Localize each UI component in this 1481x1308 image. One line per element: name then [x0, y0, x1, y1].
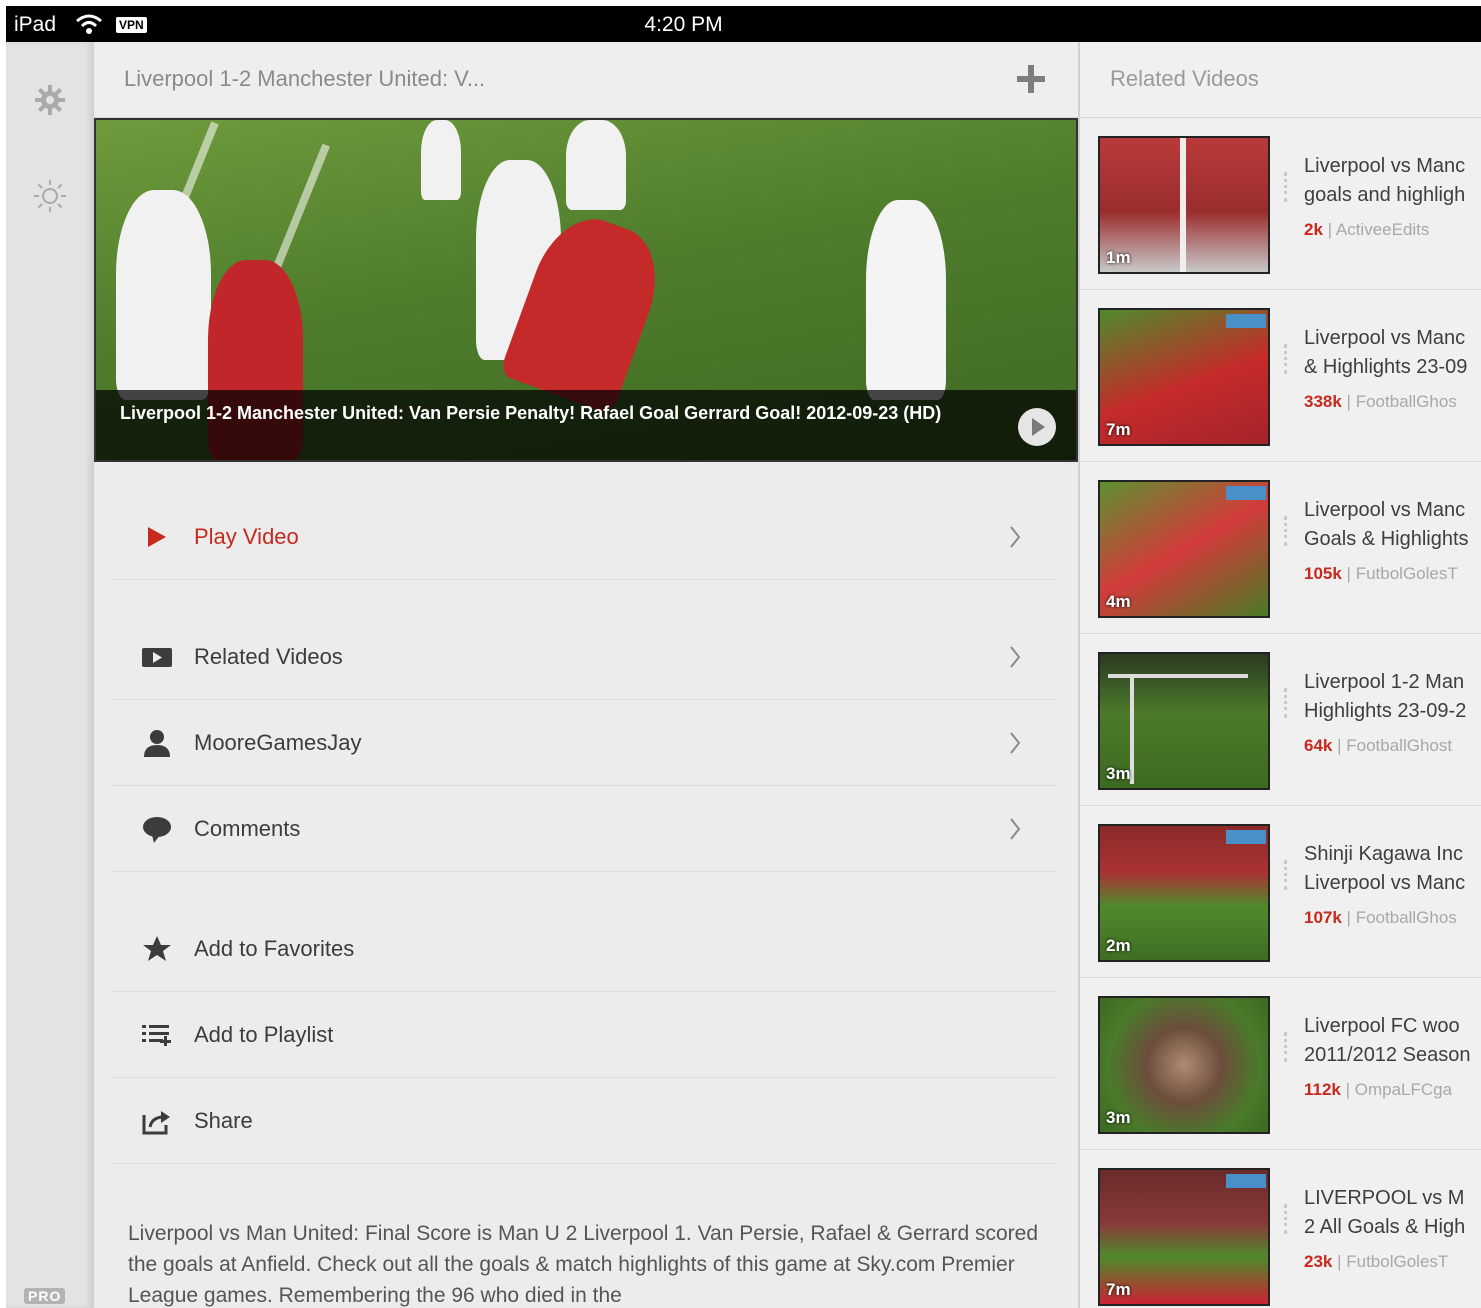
related-video-item[interactable]: 7m Liverpool vs Manc & Highlights 23-09 3…	[1080, 290, 1481, 462]
chevron-right-icon	[1010, 646, 1021, 668]
related-video-meta: 23k | FutbolGolesT	[1304, 1252, 1449, 1271]
menu-label: MooreGamesJay	[194, 730, 362, 755]
video-title: Liverpool 1-2 Manchester United: V...	[124, 66, 486, 91]
star-icon	[143, 936, 171, 961]
left-rail: PRO	[6, 42, 94, 1308]
video-thumbnail: 7m	[1098, 308, 1270, 446]
related-video-title: Liverpool 1-2 Man Highlights 23-09-2	[1304, 671, 1467, 722]
add-button[interactable]	[1014, 62, 1048, 96]
menu-label: Add to Playlist	[194, 1022, 334, 1047]
play-overlay-icon[interactable]	[1018, 408, 1056, 446]
related-video-title: LIVERPOOL vs M2 All Goals & High	[1304, 1187, 1466, 1238]
duration-label: 7m	[1106, 420, 1131, 439]
share-icon	[142, 1111, 170, 1135]
menu-label: Play Video	[194, 524, 299, 549]
user-icon	[144, 730, 170, 757]
chevron-right-icon	[1010, 526, 1021, 548]
menu-play-video[interactable]: Play Video	[112, 494, 1058, 580]
related-video-title: Liverpool vs Manc & Highlights 23-09	[1304, 327, 1468, 378]
video-caption: Liverpool 1-2 Manchester United: Van Per…	[120, 403, 942, 423]
video-detail-panel: Liverpool 1-2 Manchester United: V... Li…	[94, 42, 1078, 1308]
video-thumbnail: 3m	[1098, 652, 1270, 790]
menu-label: Share	[194, 1108, 253, 1133]
playlist-icon	[142, 1025, 171, 1046]
duration-label: 1m	[1106, 248, 1131, 267]
video-thumbnail: 1m	[1098, 136, 1270, 274]
duration-label: 4m	[1106, 592, 1131, 611]
menu-share[interactable]: Share	[112, 1078, 1058, 1164]
menu-label: Add to Favorites	[194, 936, 355, 961]
related-video-item[interactable]: 2m Shinji Kagawa Inc Liverpool vs Manc 10…	[1080, 806, 1481, 978]
video-thumbnail: 3m	[1098, 996, 1270, 1134]
related-video-title: Liverpool vs Manc Goals & Highlights	[1304, 499, 1469, 550]
related-video-item[interactable]: 7m LIVERPOOL vs M2 All Goals & High 23k …	[1080, 1150, 1481, 1308]
related-title: Related Videos	[1110, 66, 1259, 91]
related-video-meta: 2k | ActiveeEdits	[1304, 220, 1430, 239]
video-caption-bar: Liverpool 1-2 Manchester United: Van Per…	[96, 390, 1076, 460]
chevron-right-icon	[1010, 818, 1021, 840]
play-icon	[148, 527, 166, 547]
related-video-item[interactable]: 1m Liverpool vs Manc goals and highligh 2…	[1080, 118, 1481, 290]
menu-label: Comments	[194, 816, 301, 841]
related-video-meta: 112k | OmpaLFCga	[1304, 1080, 1453, 1099]
related-video-item[interactable]: 3m Liverpool FC woo 2011/2012 Season 112k…	[1080, 978, 1481, 1150]
related-video-meta: 105k | FutbolGolesT	[1304, 564, 1458, 583]
center-header: Liverpool 1-2 Manchester United: V...	[94, 42, 1078, 118]
pro-badge: PRO	[24, 1288, 66, 1304]
menu-label: Related Videos	[194, 644, 343, 669]
menu-add-playlist[interactable]: Add to Playlist	[112, 992, 1058, 1078]
menu-add-favorites[interactable]: Add to Favorites	[112, 906, 1058, 992]
menu-comments[interactable]: Comments	[112, 786, 1058, 872]
video-description: Liverpool vs Man United: Final Score is …	[128, 1222, 1039, 1307]
status-bar: iPad VPN 4:20 PM	[6, 6, 1481, 42]
related-video-title: Liverpool vs Manc goals and highligh	[1304, 155, 1466, 206]
related-video-meta: 64k | FootballGhost	[1304, 736, 1453, 755]
duration-label: 2m	[1106, 936, 1131, 955]
video-thumbnail: 7m	[1098, 1168, 1270, 1306]
video-player[interactable]: Liverpool 1-2 Manchester United: Van Per…	[94, 118, 1078, 462]
gear-icon[interactable]	[32, 82, 68, 118]
related-video-meta: 338k | FootballGhos	[1304, 392, 1457, 411]
related-video-item[interactable]: 4m Liverpool vs Manc Goals & Highlights 1…	[1080, 462, 1481, 634]
duration-label: 3m	[1106, 1108, 1131, 1127]
video-thumbnail: 4m	[1098, 480, 1270, 618]
related-header: Related Videos	[1080, 42, 1481, 118]
chevron-right-icon	[1010, 732, 1021, 754]
related-video-meta: 107k | FootballGhos	[1304, 908, 1457, 927]
related-videos-panel: Related Videos 1m Liverpool vs Manc goals…	[1078, 42, 1481, 1308]
related-video-title: Liverpool FC woo 2011/2012 Season	[1304, 1015, 1471, 1066]
video-thumbnail: 2m	[1098, 824, 1270, 962]
comment-icon	[143, 817, 171, 843]
video-icon	[142, 648, 172, 667]
clock: 4:20 PM	[644, 13, 723, 36]
menu-channel[interactable]: MooreGamesJay	[112, 700, 1058, 786]
related-video-title: Shinji Kagawa Inc Liverpool vs Manc	[1304, 843, 1466, 894]
menu-related-videos[interactable]: Related Videos	[112, 614, 1058, 700]
duration-label: 7m	[1106, 1280, 1131, 1299]
sun-icon[interactable]	[32, 178, 68, 214]
duration-label: 3m	[1106, 764, 1131, 783]
related-video-item[interactable]: 3m Liverpool 1-2 Man Highlights 23-09-2 6…	[1080, 634, 1481, 806]
